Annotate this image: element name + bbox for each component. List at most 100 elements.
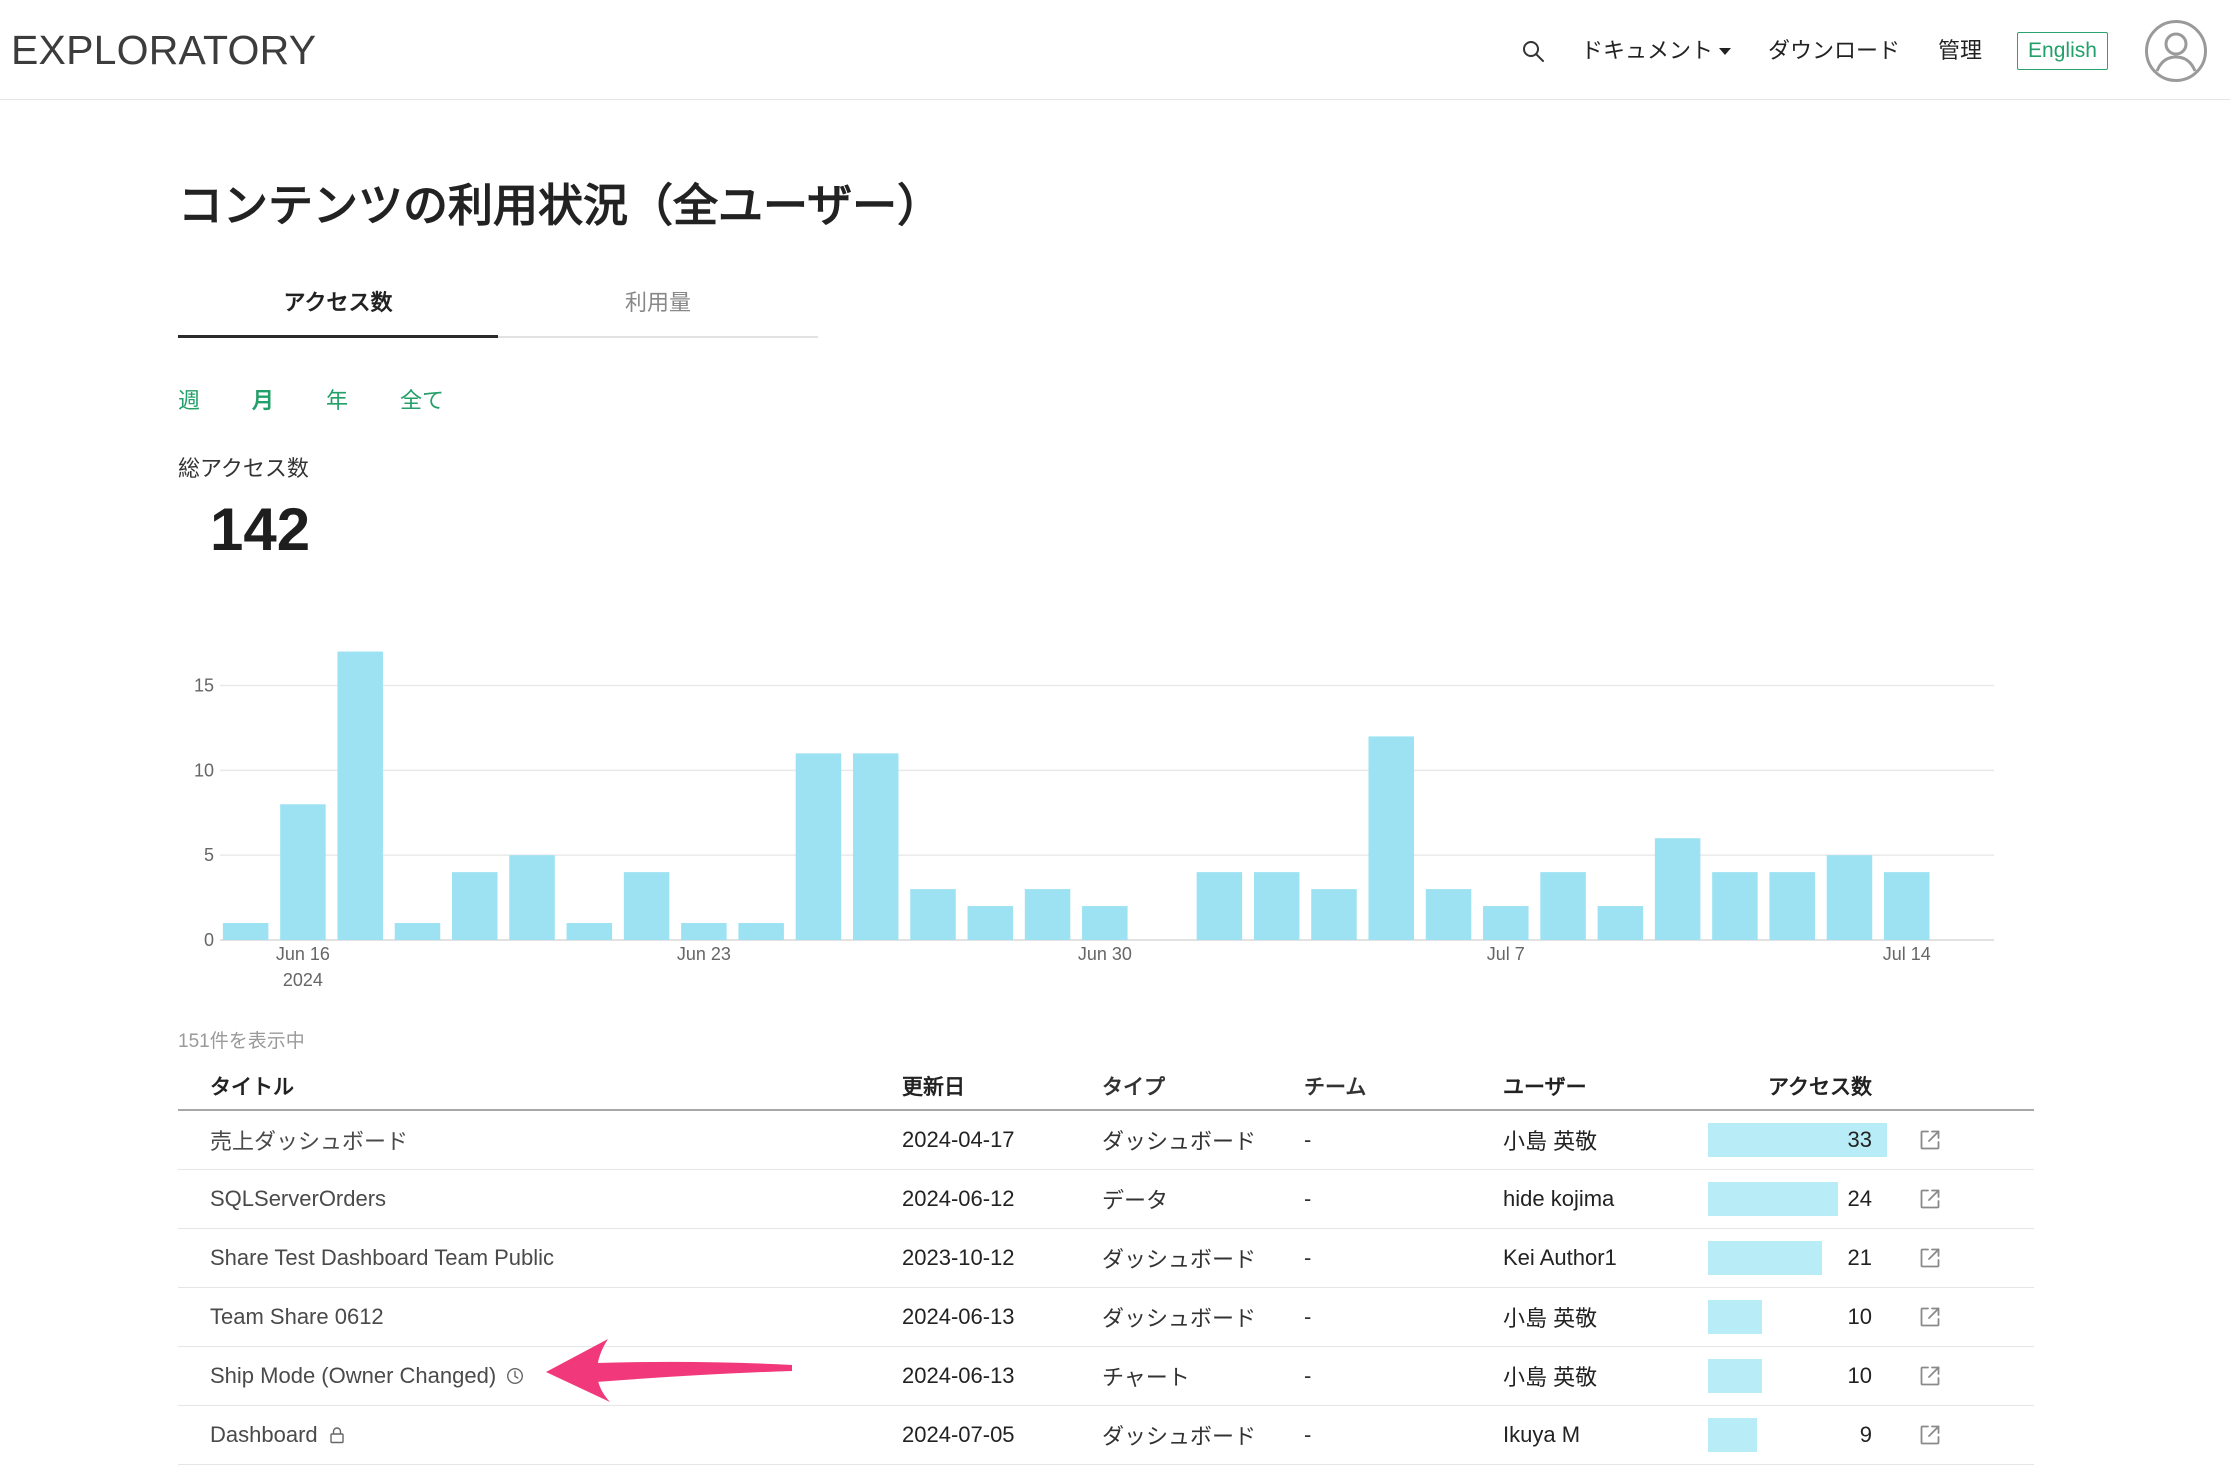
content-type: ダッシュボード <box>1102 1129 1257 1154</box>
content-type: チャート <box>1102 1365 1190 1390</box>
clock-icon <box>507 1367 524 1385</box>
external-link-icon[interactable] <box>1918 1364 1942 1388</box>
bar <box>337 651 383 940</box>
tab-access-count[interactable]: アクセス数 <box>178 280 498 338</box>
user-name: Kei Author1 <box>1503 1245 1617 1270</box>
app-logo[interactable]: EXPLORATORY <box>11 28 316 72</box>
table-row: Ship Mode (Owner Changed) 2024-06-13 チャー… <box>178 1347 2034 1406</box>
access-bar <box>1708 1300 1763 1334</box>
y-tick-label: 15 <box>194 676 214 696</box>
bar <box>1540 872 1586 940</box>
bar <box>394 923 441 940</box>
total-access-value: 142 <box>210 496 311 563</box>
bar <box>967 906 1014 940</box>
access-count: 9 <box>1859 1422 1872 1447</box>
column-header-updated[interactable]: 更新日 <box>902 1071 1102 1101</box>
bar <box>1483 906 1529 940</box>
search-icon[interactable] <box>1521 39 1545 63</box>
column-header-access[interactable]: アクセス数 <box>1708 1071 1872 1101</box>
content-title-link[interactable]: 売上ダッシュボード <box>210 1129 408 1154</box>
bar <box>795 753 842 940</box>
bar <box>1712 872 1758 940</box>
nav-documents-label: ドキュメント <box>1581 38 1714 63</box>
language-button[interactable]: English <box>2017 32 2108 70</box>
updated-date: 2024-04-17 <box>902 1127 1015 1152</box>
page-title: コンテンツの利用状況（全ユーザー） <box>178 180 943 231</box>
y-tick-label: 0 <box>204 930 214 950</box>
access-bar-chart: 0 5 10 15 Jun 16 2024 Jun 23 Jun 30 Jul 7 Jul 14 <box>194 651 1994 990</box>
table-row: Team Share 0612 2024-06-13 ダッシュボード - 小島 … <box>178 1288 2034 1347</box>
team-name: - <box>1304 1422 1312 1447</box>
table-row: Share Test Dashboard Team Public 2023-10… <box>178 1229 2034 1288</box>
x-tick-label: Jun 30 <box>1078 944 1132 964</box>
bar <box>681 923 727 940</box>
bar <box>452 872 498 940</box>
content-title-link[interactable]: Team Share 0612 <box>210 1304 384 1329</box>
nav-download[interactable]: ダウンロード <box>1768 35 1900 67</box>
access-count: 24 <box>1847 1186 1872 1211</box>
content-type: ダッシュボード <box>1102 1424 1257 1449</box>
total-access-label: 総アクセス数 <box>178 456 309 481</box>
access-bar <box>1708 1182 1839 1216</box>
bar <box>1884 872 1930 940</box>
content-type: ダッシュボード <box>1102 1306 1257 1331</box>
bar <box>1253 872 1300 940</box>
user-avatar-icon[interactable] <box>2144 19 2208 83</box>
period-month-link[interactable]: 月 <box>252 386 274 416</box>
updated-date: 2023-10-12 <box>902 1245 1015 1270</box>
caret-down-icon <box>1719 48 1732 56</box>
bar <box>1082 906 1128 940</box>
external-link-icon[interactable] <box>1918 1305 1942 1329</box>
team-name: - <box>1304 1363 1312 1388</box>
content-title-link[interactable]: Share Test Dashboard Team Public <box>210 1245 554 1270</box>
external-link-icon[interactable] <box>1918 1246 1942 1270</box>
period-all-link[interactable]: 全て <box>400 386 444 416</box>
user-name: Ikuya M <box>1503 1422 1581 1447</box>
y-tick-label: 5 <box>204 845 214 865</box>
column-header-user[interactable]: ユーザー <box>1503 1071 1708 1101</box>
bar <box>566 923 613 940</box>
top-header: EXPLORATORY ドキュメント ダウンロード 管理 English <box>0 0 2230 100</box>
bar <box>509 855 555 940</box>
bar <box>1654 838 1701 940</box>
external-link-icon[interactable] <box>1918 1128 1942 1152</box>
user-name: hide kojima <box>1503 1186 1615 1211</box>
bar <box>623 872 670 940</box>
period-week-link[interactable]: 週 <box>178 386 200 416</box>
tab-usage[interactable]: 利用量 <box>498 280 818 336</box>
bar <box>1769 872 1815 940</box>
nav-admin[interactable]: 管理 <box>1938 35 1982 67</box>
team-name: - <box>1304 1127 1312 1152</box>
lock-icon <box>329 1427 344 1444</box>
table-row: 売上ダッシュボード 2024-04-17 ダッシュボード - 小島 英敬 33 <box>178 1111 2034 1170</box>
external-link-icon[interactable] <box>1918 1423 1942 1447</box>
bar <box>1368 736 1414 940</box>
access-cell: 9 <box>1708 1406 1872 1464</box>
access-count: 10 <box>1847 1304 1872 1329</box>
column-header-type[interactable]: タイプ <box>1102 1071 1304 1101</box>
bar <box>1425 889 1472 940</box>
x-tick-label: Jul 7 <box>1487 944 1525 964</box>
table-header: タイトル 更新日 タイプ チーム ユーザー アクセス数 <box>178 1062 2034 1111</box>
column-header-title[interactable]: タイトル <box>178 1071 902 1101</box>
external-link-icon[interactable] <box>1918 1187 1942 1211</box>
bar <box>738 923 784 940</box>
table-row: SQLServerOrders 2024-06-12 データ - hide ko… <box>178 1170 2034 1229</box>
content-title-link[interactable]: Ship Mode (Owner Changed) <box>210 1363 496 1388</box>
updated-date: 2024-06-12 <box>902 1186 1015 1211</box>
access-cell: 10 <box>1708 1288 1872 1346</box>
bar <box>1311 889 1357 940</box>
bar <box>852 753 899 940</box>
access-bar <box>1708 1241 1822 1275</box>
x-tick-label: Jun 23 <box>677 944 731 964</box>
table-body: 売上ダッシュボード 2024-04-17 ダッシュボード - 小島 英敬 33 … <box>178 1111 2034 1465</box>
access-count: 33 <box>1847 1127 1872 1152</box>
nav-documents[interactable]: ドキュメント <box>1581 35 1732 67</box>
content-title-link[interactable]: Dashboard <box>210 1422 318 1447</box>
column-header-team[interactable]: チーム <box>1304 1071 1503 1101</box>
content-title-link[interactable]: SQLServerOrders <box>210 1186 386 1211</box>
x-tick-label: Jul 14 <box>1883 944 1931 964</box>
updated-date: 2024-07-05 <box>902 1422 1015 1447</box>
metric-tabs: アクセス数 利用量 <box>178 280 818 338</box>
period-year-link[interactable]: 年 <box>326 386 348 416</box>
